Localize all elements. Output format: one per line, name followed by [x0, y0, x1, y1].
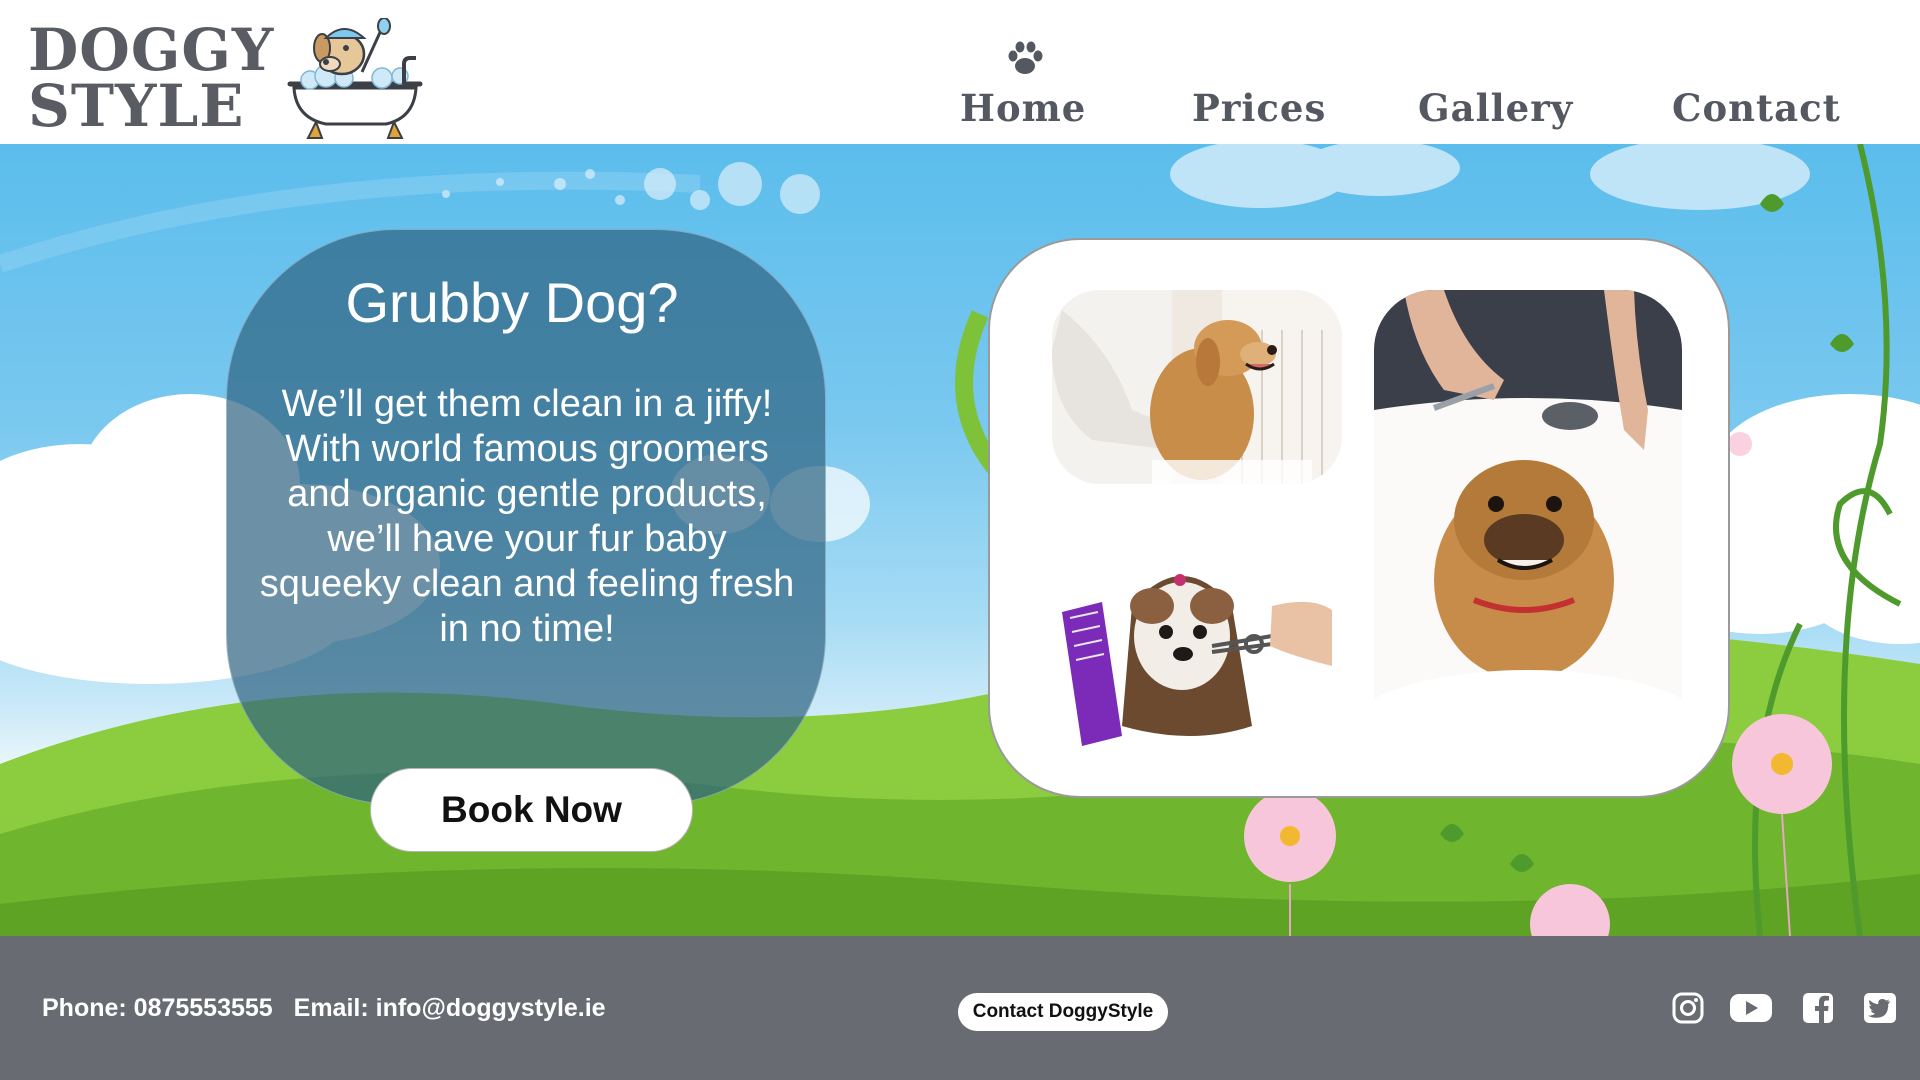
nav-gallery[interactable]: Gallery	[1418, 86, 1573, 130]
dog-haircut-photo	[1062, 536, 1332, 746]
main-nav: Home Prices Gallery Contact	[0, 86, 1920, 130]
hero-section: Grubby Dog? We’ll get them clean in a ji…	[0, 144, 1920, 936]
book-now-button[interactable]: Book Now	[370, 768, 693, 852]
paw-icon	[1008, 41, 1043, 74]
hero-title: Grubby Dog?	[345, 271, 679, 334]
instagram-icon[interactable]	[1670, 990, 1706, 1026]
facebook-icon[interactable]	[1800, 990, 1836, 1026]
photo-gallery-card	[988, 238, 1730, 798]
nav-prices[interactable]: Prices	[1192, 86, 1326, 130]
email-address[interactable]: Email: info@doggystyle.ie	[294, 994, 606, 1022]
twitter-icon[interactable]	[1862, 990, 1898, 1026]
logo-line-1: DOGGY	[28, 16, 275, 84]
promo-card: Grubby Dog? We’ll get them clean in a ji…	[226, 229, 826, 805]
site-header: DOGGY STYLE Home Prices Gallery Contact	[0, 0, 1920, 144]
site-footer: Phone: 0875553555 Email: info@doggystyle…	[0, 936, 1920, 1080]
bulldog-bath-photo	[1374, 290, 1682, 752]
hero-description: We’ll get them clean in a jiffy! With wo…	[259, 383, 795, 650]
nav-home[interactable]: Home	[960, 86, 1086, 130]
contact-doggystyle-button[interactable]: Contact DoggyStyle	[958, 993, 1168, 1031]
phone-number: Phone: 0875553555	[42, 994, 273, 1022]
youtube-icon[interactable]	[1728, 990, 1774, 1026]
contact-info: Phone: 0875553555 Email: info@doggystyle…	[42, 994, 606, 1023]
nav-contact[interactable]: Contact	[1672, 86, 1841, 130]
dog-being-washed-photo	[1052, 290, 1342, 484]
